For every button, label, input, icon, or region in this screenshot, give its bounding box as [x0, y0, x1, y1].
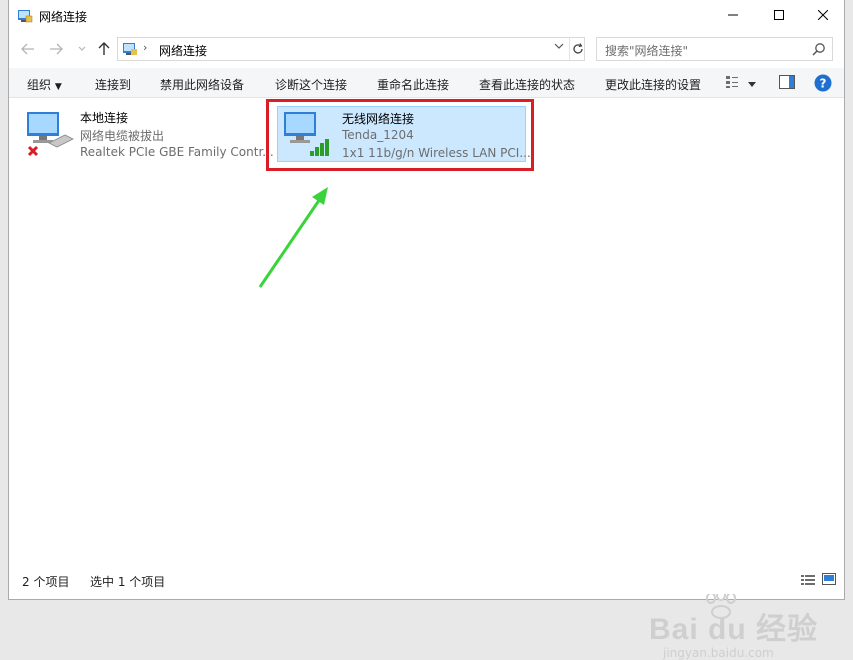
- watermark-url: jingyan.baidu.com: [663, 646, 774, 660]
- search-field[interactable]: 搜索"网络连接": [596, 37, 833, 61]
- close-icon: [818, 10, 828, 20]
- connection-name: 本地连接: [80, 111, 129, 125]
- disable-device-button[interactable]: 禁用此网络设备: [160, 76, 244, 93]
- recent-locations-button[interactable]: [71, 38, 93, 60]
- caret-down-icon: [748, 82, 756, 87]
- connection-item-local[interactable]: 本地连接 网络电缆被拔出 Realtek PCIe GBE Family Con…: [25, 109, 274, 167]
- view-options-button[interactable]: [725, 75, 739, 92]
- close-button[interactable]: [800, 0, 846, 30]
- maximize-icon: [774, 10, 784, 20]
- help-button[interactable]: ?: [814, 74, 832, 95]
- selected-count: 选中 1 个项目: [90, 575, 166, 589]
- connections-view: 本地连接 网络电缆被拔出 Realtek PCIe GBE Family Con…: [9, 99, 844, 660]
- annotation-arrow-icon: [258, 187, 328, 288]
- organize-label: 组织: [27, 78, 52, 92]
- preview-pane-icon: [779, 75, 795, 89]
- view-status-button[interactable]: 查看此连接的状态: [479, 76, 575, 93]
- minimize-button[interactable]: [710, 0, 756, 30]
- breadcrumb-chevron-icon[interactable]: ›: [143, 41, 147, 54]
- search-icon[interactable]: [812, 42, 826, 56]
- address-dropdown-icon[interactable]: [554, 41, 564, 52]
- network-folder-icon: [123, 43, 137, 55]
- minimize-icon: [728, 14, 738, 16]
- organize-menu[interactable]: 组织 ▼: [27, 76, 62, 93]
- up-button[interactable]: [93, 38, 115, 60]
- diagnose-button[interactable]: 诊断这个连接: [275, 76, 347, 93]
- forward-button[interactable]: [45, 38, 67, 60]
- caret-down-icon: ▼: [54, 82, 62, 92]
- view-dropdown-button[interactable]: [748, 77, 756, 91]
- large-icons-icon: [822, 573, 836, 585]
- baidu-watermark: Bai du 经验 jingyan.baidu.com: [649, 590, 818, 660]
- network-folder-icon: [18, 10, 33, 23]
- explorer-window: 网络连接 › 网络连接 搜索"网络连接" 组织 ▼ 连接到 禁用此网络设备 诊断…: [8, 0, 845, 660]
- rename-button[interactable]: 重命名此连接: [377, 76, 449, 93]
- paw-logo-icon: [706, 590, 736, 619]
- connection-status: 网络电缆被拔出: [80, 129, 165, 143]
- maximize-button[interactable]: [756, 0, 802, 30]
- title-bar: 网络连接: [9, 0, 844, 32]
- window-title: 网络连接: [39, 10, 88, 24]
- arrow-left-icon: [21, 43, 34, 55]
- annotation-highlight-box: [266, 99, 534, 171]
- address-field[interactable]: › 网络连接: [117, 37, 585, 61]
- connect-to-button[interactable]: 连接到: [95, 76, 131, 93]
- details-view-button[interactable]: [801, 574, 815, 589]
- preview-pane-button[interactable]: [779, 75, 795, 92]
- view-list-icon: [726, 76, 738, 88]
- item-count: 2 个项目: [22, 575, 70, 589]
- change-settings-button[interactable]: 更改此连接的设置: [605, 76, 701, 93]
- command-toolbar: 组织 ▼ 连接到 禁用此网络设备 诊断这个连接 重命名此连接 查看此连接的状态 …: [9, 68, 844, 98]
- breadcrumb-current[interactable]: 网络连接: [159, 42, 207, 59]
- wired-adapter-disconnected-icon: [27, 112, 74, 157]
- arrow-right-icon: [50, 43, 63, 55]
- connection-adapter: Realtek PCIe GBE Family Contr...: [80, 145, 274, 159]
- arrow-up-icon: [98, 42, 110, 55]
- back-button[interactable]: [17, 38, 39, 60]
- chevron-down-icon: [78, 46, 86, 51]
- help-icon: ?: [814, 74, 832, 92]
- refresh-button[interactable]: [569, 38, 585, 60]
- address-bar-row: › 网络连接 搜索"网络连接": [9, 34, 844, 64]
- large-icons-view-button[interactable]: [822, 573, 836, 588]
- svg-text:?: ?: [820, 77, 827, 91]
- search-placeholder[interactable]: 搜索"网络连接": [605, 42, 688, 59]
- status-bar: 2 个项目 选中 1 个项目: [9, 566, 844, 594]
- details-view-icon: [801, 575, 815, 585]
- refresh-icon: [572, 43, 583, 54]
